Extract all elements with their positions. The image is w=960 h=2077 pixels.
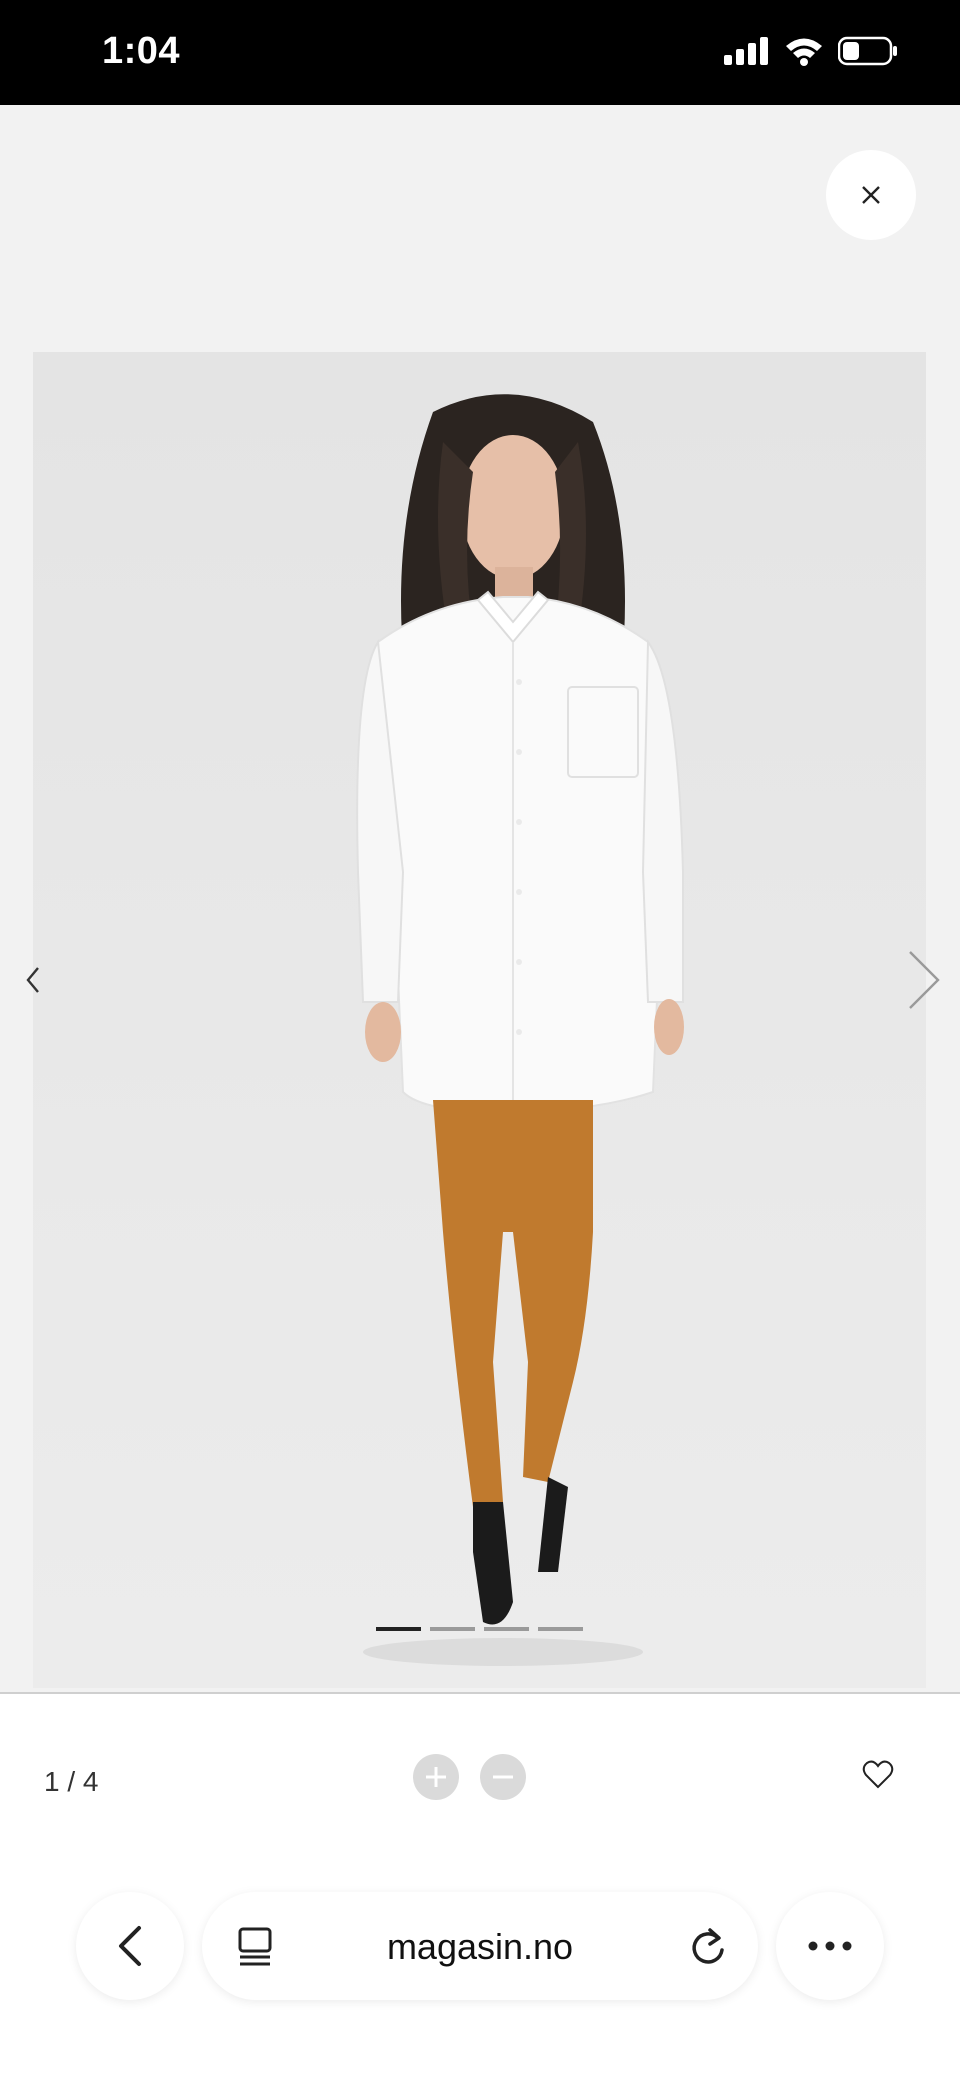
slide-dot[interactable] — [376, 1627, 421, 1631]
browser-toolbar: magasin.no — [0, 1880, 960, 2000]
reload-icon[interactable] — [688, 1924, 728, 1968]
image-counter: 1 / 4 — [44, 1766, 99, 1797]
status-time: 1:04 — [102, 30, 181, 72]
back-button[interactable] — [76, 1892, 184, 2000]
heart-icon[interactable] — [862, 1760, 894, 1790]
ellipsis-icon — [808, 1941, 852, 1951]
cellular-signal-icon — [724, 37, 768, 65]
battery-icon — [838, 36, 897, 66]
address-bar[interactable]: magasin.no — [202, 1892, 758, 2000]
previous-image-arrow-icon[interactable] — [22, 962, 46, 998]
minus-icon — [493, 1775, 513, 1779]
close-icon — [862, 186, 880, 204]
chevron-left-icon — [119, 1926, 141, 1966]
status-bar: 1:04 — [0, 0, 960, 105]
wifi-icon — [786, 38, 822, 66]
url-text: magasin.no — [386, 1926, 574, 1967]
slide-dot[interactable] — [538, 1627, 583, 1631]
zoom-out-button[interactable] — [480, 1754, 526, 1800]
status-icons — [724, 36, 898, 66]
slide-indicator — [376, 1627, 583, 1631]
product-photo[interactable] — [33, 352, 926, 1688]
slide-dot[interactable] — [430, 1627, 475, 1631]
slide-dot[interactable] — [484, 1627, 529, 1631]
close-button[interactable] — [826, 150, 916, 240]
plus-icon — [426, 1767, 446, 1787]
zoom-in-button[interactable] — [413, 1754, 459, 1800]
more-options-button[interactable] — [776, 1892, 884, 2000]
next-image-arrow-icon[interactable] — [906, 948, 942, 1012]
